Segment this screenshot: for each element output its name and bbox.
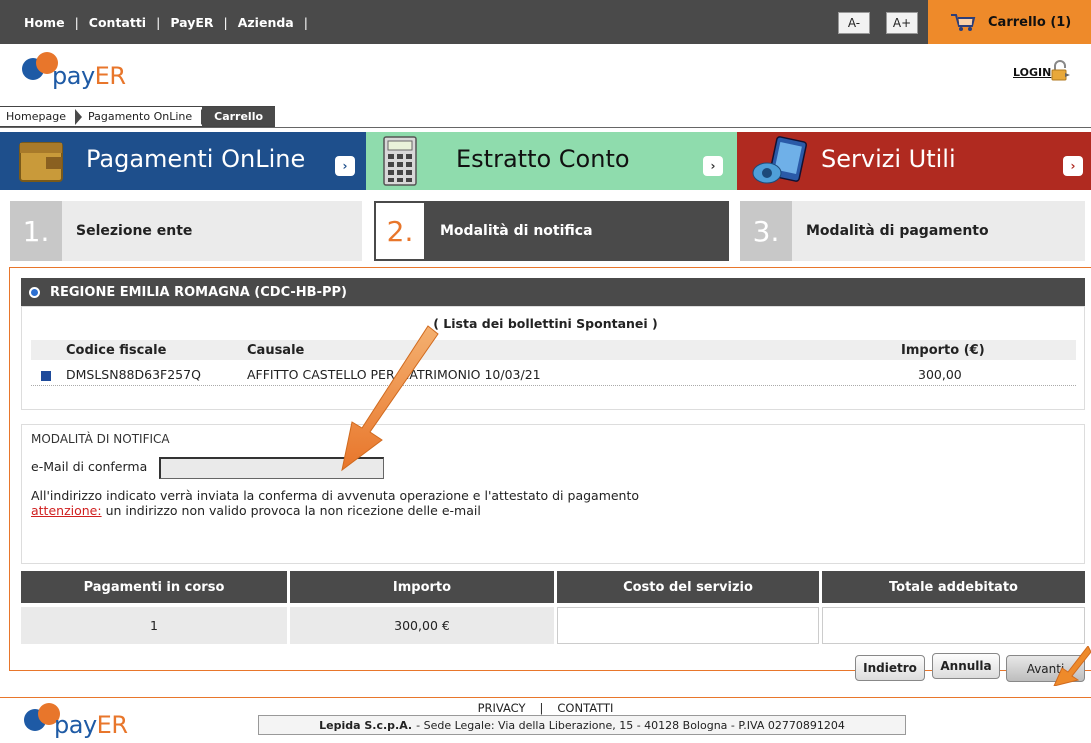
wallet-icon <box>19 142 63 182</box>
summary-importo-value: 300,00 € <box>290 607 554 644</box>
font-decrease-button[interactable]: A- <box>838 12 870 34</box>
tile-label: Estratto Conto <box>456 145 630 173</box>
notifica-info: All'indirizzo indicato verrà inviata la … <box>31 488 640 503</box>
cart-icon <box>951 14 976 31</box>
breadcrumb-divider <box>0 127 1091 128</box>
step-modalita-notifica: 2. Modalità di notifica <box>374 201 729 261</box>
summary-header-importo: Importo <box>290 571 554 603</box>
cell-codice-fiscale: DMSLSN88D63F257Q <box>66 367 201 382</box>
payer-logo[interactable]: payER <box>22 50 142 100</box>
nav-payer-link[interactable]: PayER <box>170 15 213 30</box>
step-number: 3. <box>740 201 792 261</box>
summary-header-totale: Totale addebitato <box>822 571 1085 603</box>
list-title: ( Lista dei bollettini Spontanei ) <box>433 316 658 331</box>
nav-separator: | <box>74 14 79 30</box>
phone-tablet-icon <box>752 136 808 184</box>
bollettini-table-header: Codice fiscale Causale Importo (€) <box>31 340 1076 360</box>
company-address: - Sede Legale: Via della Liberazione, 15… <box>416 718 845 732</box>
column-causale: Causale <box>247 343 305 358</box>
footer-company-info: Lepida S.c.p.A. - Sede Legale: Via della … <box>258 715 906 735</box>
nav-separator: | <box>303 14 308 30</box>
warning-label: attenzione: <box>31 503 102 518</box>
nav-separator: | <box>223 14 228 30</box>
cart-label: Carrello (1) <box>988 15 1072 30</box>
logo-text: payER <box>52 62 126 90</box>
column-importo: Importo (€) <box>901 343 985 358</box>
ente-radio[interactable] <box>29 286 40 298</box>
nav-home-link[interactable]: Home <box>24 15 65 30</box>
footer-links: PRIVACY | CONTATTI <box>0 701 1091 715</box>
font-increase-button[interactable]: A+ <box>886 12 918 34</box>
breadcrumb-chevron-icon <box>201 109 209 125</box>
nav-contatti-link[interactable]: Contatti <box>89 15 146 30</box>
tile-estratto-conto[interactable]: Estratto Conto › <box>366 132 737 190</box>
annotation-arrow-icon <box>1053 646 1091 686</box>
summary-totale-value <box>822 607 1085 644</box>
nav-azienda-link[interactable]: Azienda <box>238 15 294 30</box>
step-label: Selezione ente <box>76 223 193 239</box>
top-nav: Home | Contatti | PayER | Azienda | <box>24 0 318 44</box>
tile-servizi-utili[interactable]: Servizi Utili › <box>737 132 1091 190</box>
breadcrumb-homepage[interactable]: Homepage <box>0 106 82 127</box>
top-bar: Home | Contatti | PayER | Azienda | A- A… <box>0 0 1091 44</box>
chevron-right-icon[interactable]: › <box>1063 156 1083 176</box>
breadcrumb-pagamento-online[interactable]: Pagamento OnLine <box>75 106 209 127</box>
notifica-title: MODALITÀ DI NOTIFICA <box>31 432 170 446</box>
back-button[interactable]: Indietro <box>855 655 925 681</box>
annotation-arrow-icon <box>341 325 439 472</box>
logo-text: payER <box>54 711 128 739</box>
tile-label: Servizi Utili <box>821 145 956 173</box>
step-modalita-pagamento: 3. Modalità di pagamento <box>740 201 1085 261</box>
calculator-icon <box>383 136 417 186</box>
footer-separator: | <box>539 701 544 715</box>
notifica-warning: attenzione: un indirizzo non valido prov… <box>31 503 481 518</box>
step-number: 2. <box>374 201 426 261</box>
cell-importo: 300,00 <box>918 367 962 382</box>
breadcrumb-carrello: Carrello <box>202 106 276 127</box>
tile-pagamenti-online[interactable]: Pagamenti OnLine › <box>0 132 366 190</box>
ente-header[interactable]: REGIONE EMILIA ROMAGNA (CDC-HB-PP) <box>21 278 1085 306</box>
step-selezione-ente: 1. Selezione ente <box>10 201 362 261</box>
login-link[interactable]: LOGIN <box>1013 66 1051 79</box>
warning-text: un indirizzo non valido provoca la non r… <box>101 503 481 518</box>
step-label: Modalità di pagamento <box>806 223 989 239</box>
ente-name: REGIONE EMILIA ROMAGNA (CDC-HB-PP) <box>50 284 347 300</box>
summary-header-pagamenti: Pagamenti in corso <box>21 571 287 603</box>
footer-divider <box>0 697 1091 698</box>
contatti-link[interactable]: CONTATTI <box>557 701 613 715</box>
chevron-right-icon[interactable]: › <box>335 156 355 176</box>
summary-costo-value <box>557 607 819 644</box>
cancel-button[interactable]: Annulla <box>932 653 1000 679</box>
tile-label: Pagamenti OnLine <box>86 145 306 173</box>
step-label: Modalità di notifica <box>440 223 593 239</box>
summary-header-costo: Costo del servizio <box>557 571 819 603</box>
column-codice-fiscale: Codice fiscale <box>66 343 167 358</box>
email-label: e-Mail di conferma <box>31 459 148 474</box>
breadcrumb-chevron-icon <box>74 109 82 125</box>
nav-separator: | <box>156 14 161 30</box>
chevron-right-icon[interactable]: › <box>703 156 723 176</box>
step-number: 1. <box>10 201 62 261</box>
breadcrumb: Homepage Pagamento OnLine Carrello <box>0 106 276 127</box>
padlock-icon[interactable] <box>1049 60 1071 82</box>
summary-pagamenti-value: 1 <box>21 607 287 644</box>
table-row: DMSLSN88D63F257Q AFFITTO CASTELLO PER MA… <box>31 364 1076 386</box>
privacy-link[interactable]: PRIVACY <box>478 701 526 715</box>
cart-button[interactable]: Carrello (1) <box>928 0 1091 44</box>
company-name: Lepida S.c.p.A. <box>319 718 413 732</box>
row-marker-icon <box>41 371 51 381</box>
page: Home | Contatti | PayER | Azienda | A- A… <box>0 0 1091 743</box>
